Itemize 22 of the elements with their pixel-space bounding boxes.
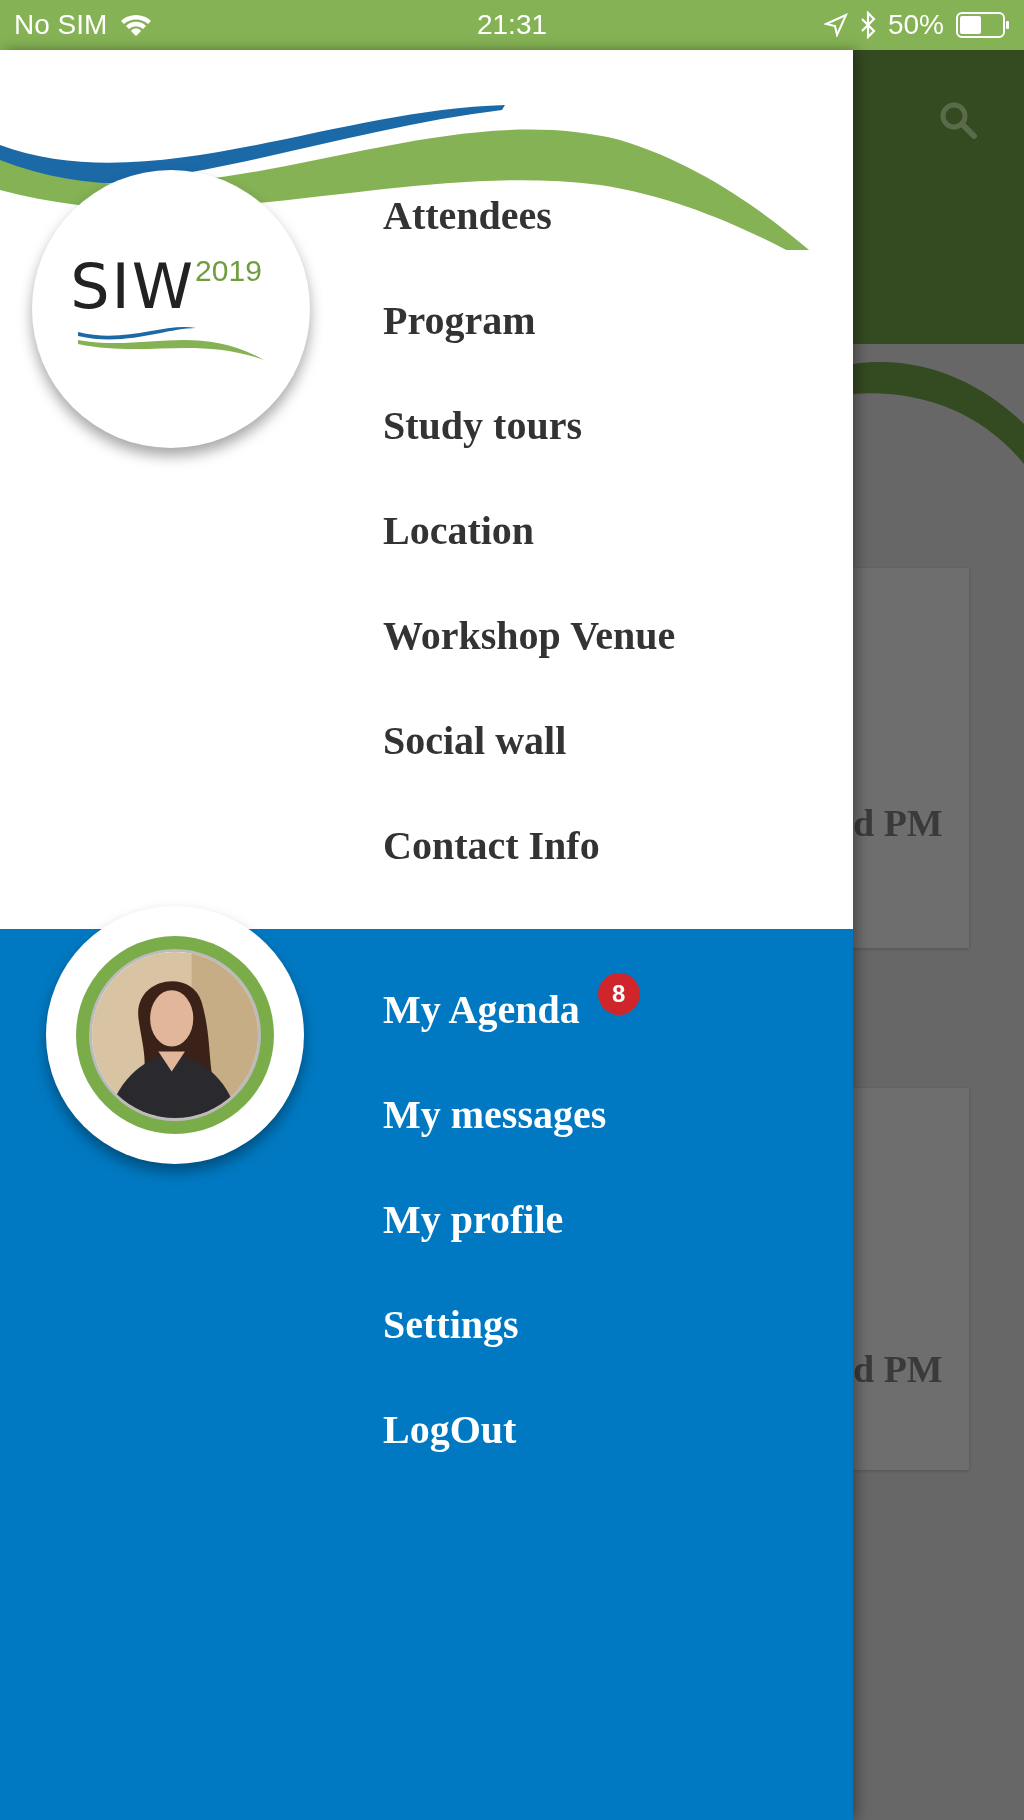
- logo-text: SIW: [70, 256, 196, 318]
- menu-item[interactable]: Social wall: [383, 717, 567, 764]
- menu-item[interactable]: Workshop Venue: [383, 612, 676, 659]
- menu-item[interactable]: My Agenda: [383, 986, 580, 1033]
- menu-item[interactable]: LogOut: [383, 1406, 517, 1453]
- menu-item[interactable]: Contact Info: [383, 822, 600, 869]
- clock-time: 21:31: [476, 9, 548, 40]
- menu-item[interactable]: Settings: [383, 1301, 519, 1348]
- bluetooth-icon: [859, 11, 876, 39]
- logo-year: 2019: [195, 254, 262, 288]
- battery-icon: [956, 12, 1010, 38]
- menu-item[interactable]: Attendees: [383, 192, 552, 239]
- battery-percent: 50%: [887, 9, 944, 41]
- wifi-icon: [119, 12, 154, 38]
- count-badge: 8: [597, 972, 640, 1015]
- menu-item[interactable]: Program: [383, 297, 536, 344]
- carrier-name: No SIM: [14, 9, 108, 41]
- location-arrow-icon: [823, 13, 848, 37]
- menu-item[interactable]: My profile: [383, 1196, 564, 1243]
- menu-item[interactable]: Study tours: [383, 402, 582, 449]
- menu-item[interactable]: Location: [383, 507, 535, 554]
- menu-item[interactable]: My messages: [383, 1091, 607, 1138]
